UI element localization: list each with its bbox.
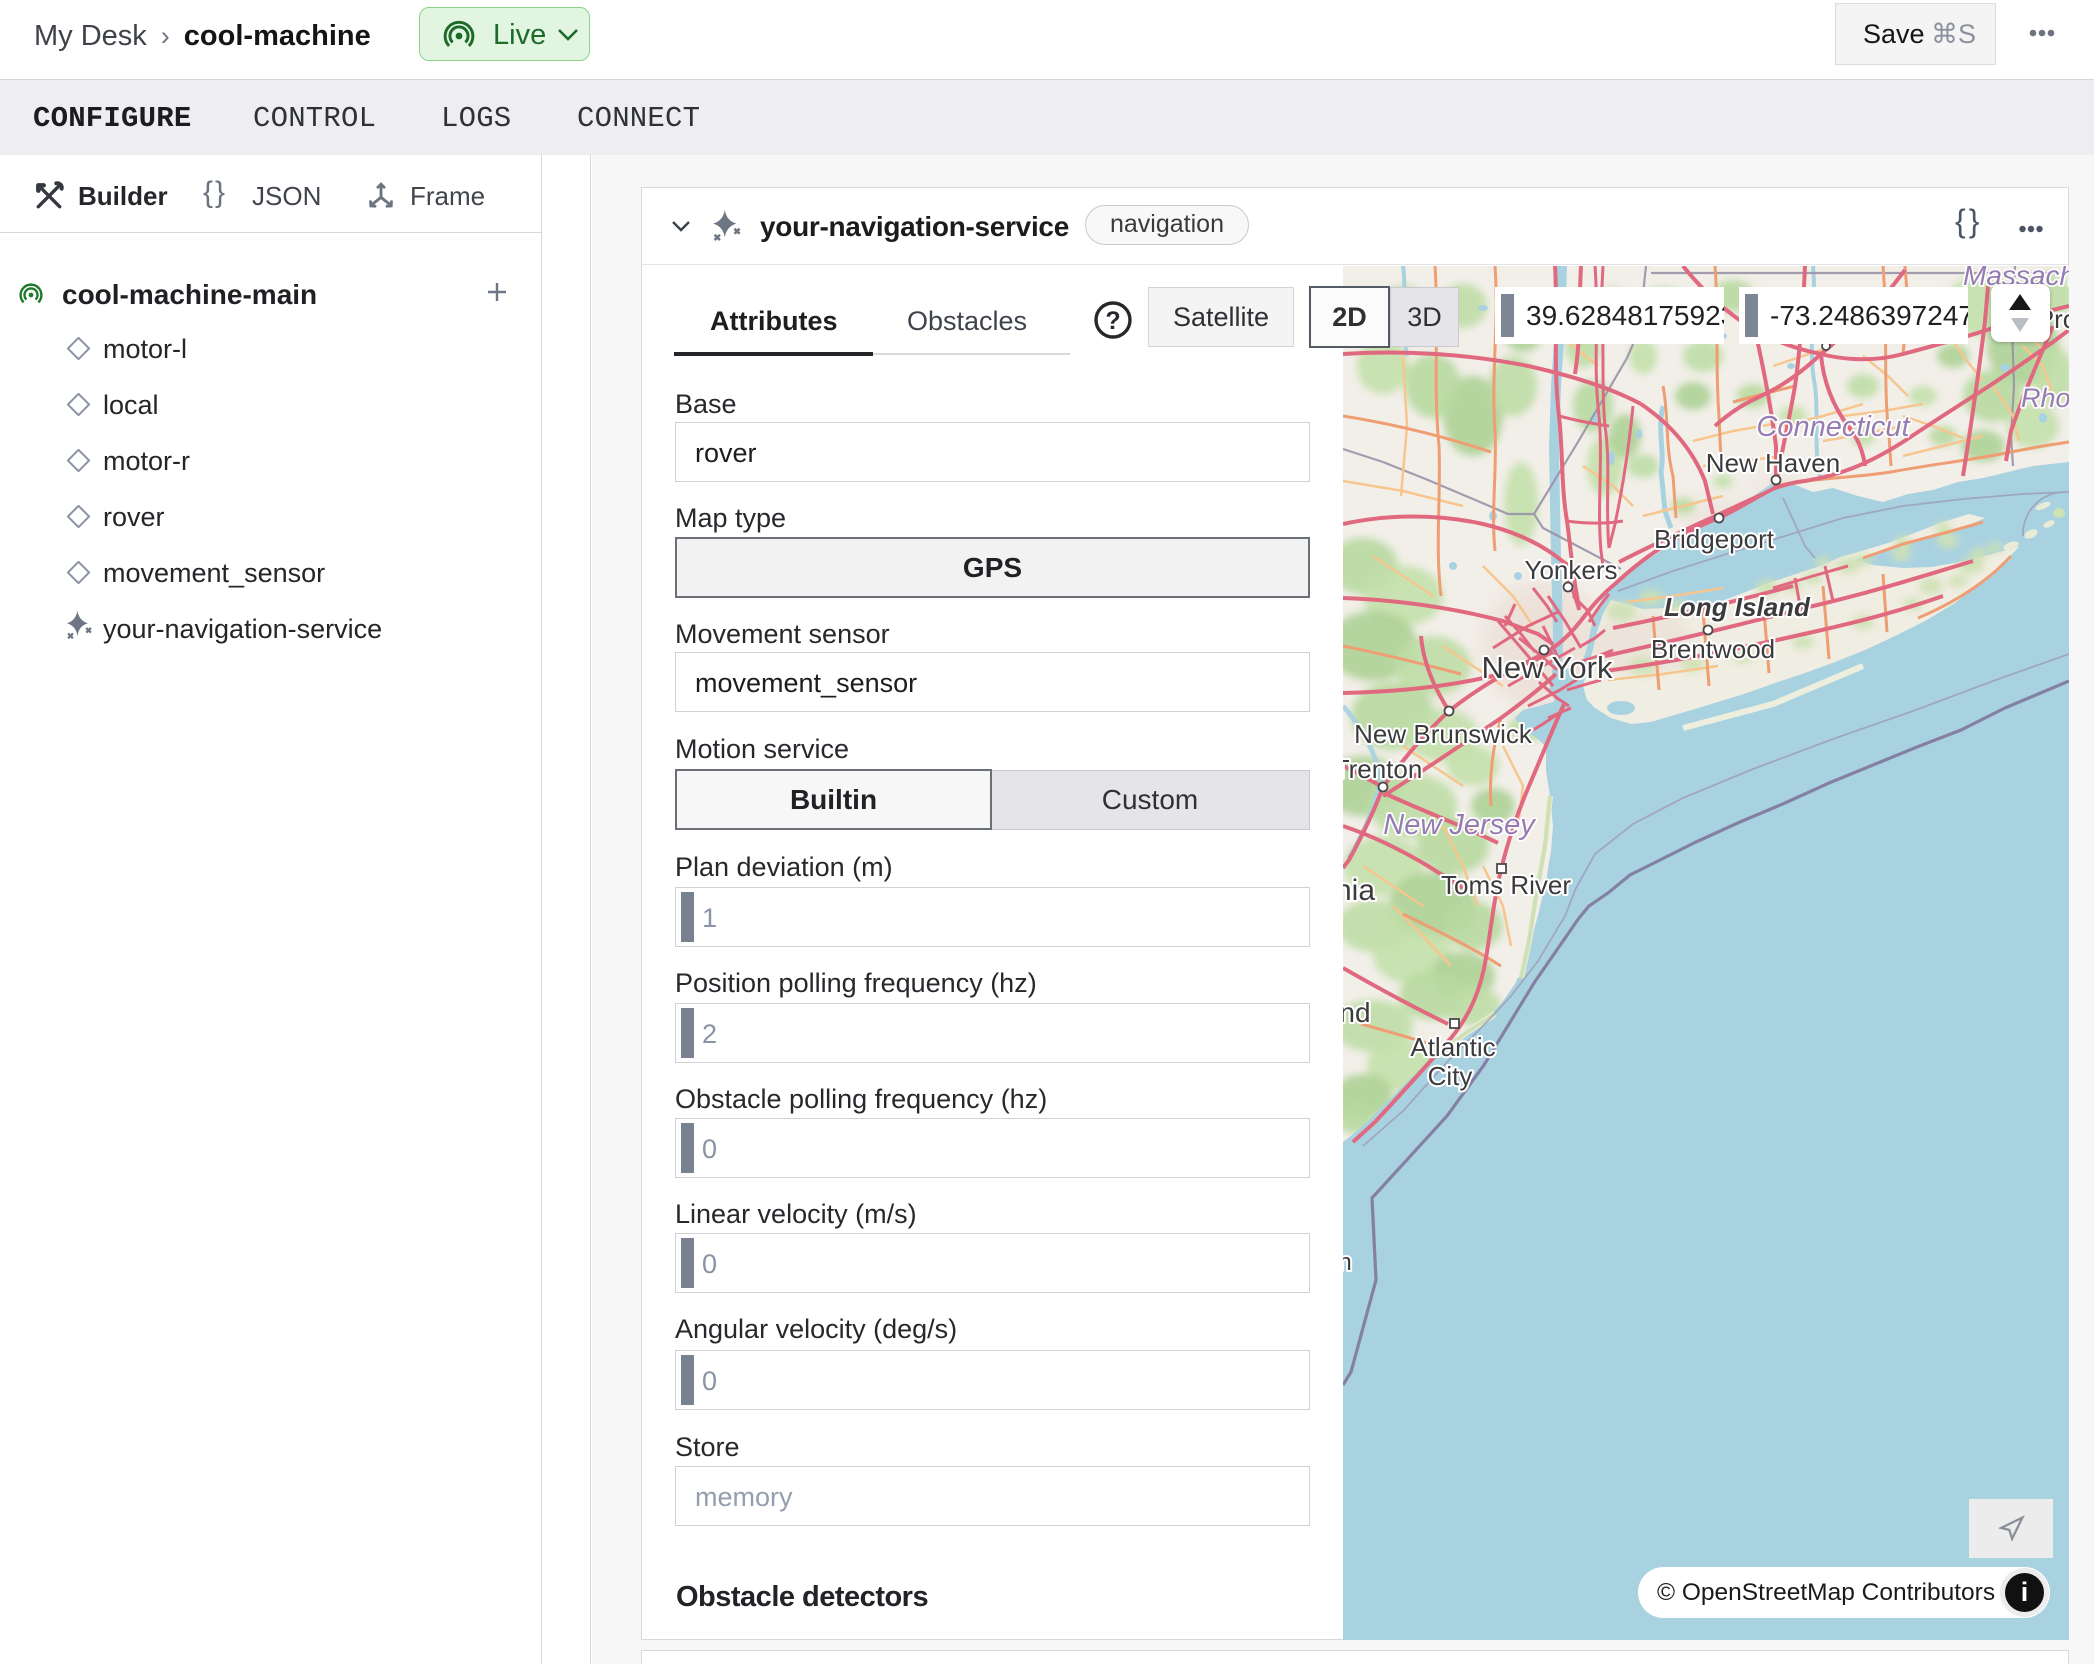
svg-text:Connecticut: Connecticut bbox=[1756, 411, 1911, 443]
svg-text:n: n bbox=[1343, 1249, 1352, 1276]
svg-text:Toms River: Toms River bbox=[1441, 870, 1571, 900]
svg-text:Long Island: Long Island bbox=[1664, 592, 1811, 622]
svg-text:Rhode: Rhode bbox=[2021, 383, 2069, 413]
svg-text:?: ? bbox=[1105, 307, 1120, 335]
svg-text:New Jersey: New Jersey bbox=[1383, 809, 1536, 841]
svg-text:Trenton: Trenton bbox=[1343, 754, 1422, 784]
svg-text:Yonkers: Yonkers bbox=[1525, 555, 1618, 585]
svg-text:nd: nd bbox=[1343, 997, 1371, 1028]
svg-text:nia: nia bbox=[1343, 874, 1375, 907]
svg-text:New Haven: New Haven bbox=[1706, 448, 1840, 478]
svg-text:New Brunswick: New Brunswick bbox=[1354, 719, 1533, 749]
svg-text:New York: New York bbox=[1482, 650, 1613, 685]
svg-text:City: City bbox=[1428, 1061, 1473, 1091]
svg-text:Bridgeport: Bridgeport bbox=[1654, 524, 1775, 554]
svg-text:Atlantic: Atlantic bbox=[1410, 1032, 1495, 1062]
svg-text:Brentwood: Brentwood bbox=[1651, 634, 1775, 664]
